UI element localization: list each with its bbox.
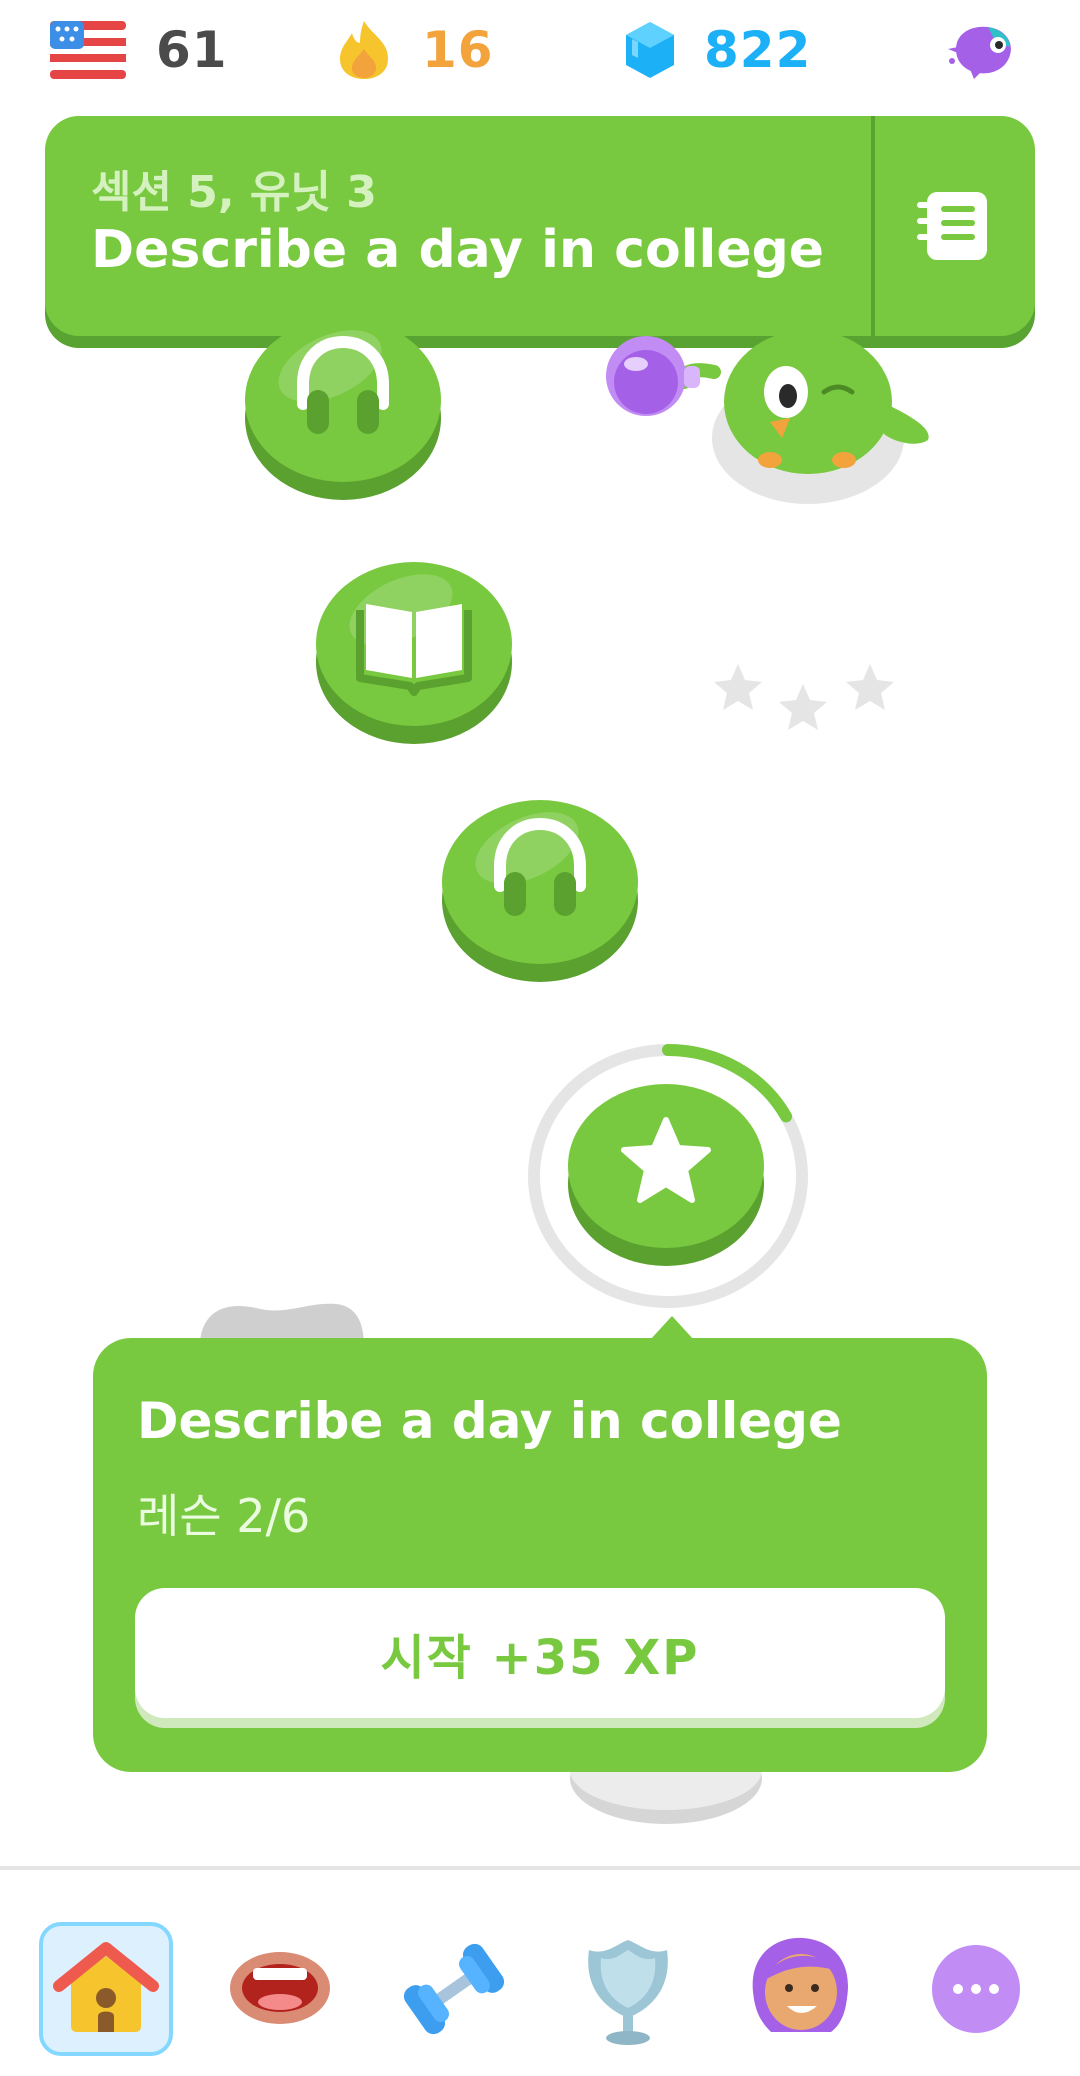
owl-mascot-illustration bbox=[606, 330, 929, 504]
flame-icon bbox=[340, 21, 388, 79]
gem-icon bbox=[626, 22, 674, 78]
bottom-nav-divider bbox=[0, 1866, 1080, 1870]
gem-count: 822 bbox=[704, 21, 812, 79]
us-flag-icon bbox=[50, 21, 126, 79]
unit-section-label: 섹션 5, 유닛 3 bbox=[91, 167, 377, 218]
star-icon bbox=[621, 1117, 711, 1203]
home-icon bbox=[53, 1942, 159, 2032]
popup-lesson-title: Describe a day in college bbox=[137, 1392, 842, 1450]
guidebook-icon bbox=[917, 192, 987, 260]
start-lesson-button[interactable]: 시작 +35 XP bbox=[135, 1588, 945, 1718]
gems-stat[interactable]: 822 bbox=[624, 14, 811, 86]
stars-decoration bbox=[714, 664, 894, 730]
language-level: 61 bbox=[156, 21, 228, 79]
book-icon bbox=[356, 604, 472, 696]
language-stat[interactable]: 61 bbox=[50, 14, 228, 86]
nav-profile[interactable] bbox=[735, 1922, 869, 2056]
super-duo-icon bbox=[948, 26, 1011, 79]
nav-speaking[interactable] bbox=[213, 1922, 347, 2056]
nav-home[interactable] bbox=[39, 1922, 173, 2056]
nav-practice[interactable] bbox=[387, 1922, 521, 2056]
speaking-mouth-icon bbox=[230, 1952, 330, 2024]
path-node-headphones-2[interactable] bbox=[442, 797, 638, 964]
unit-title: Describe a day in college bbox=[91, 220, 825, 280]
nav-leaderboard[interactable] bbox=[561, 1922, 695, 2056]
path-node-current-lesson[interactable] bbox=[568, 1084, 764, 1248]
streak-stat[interactable]: 16 bbox=[336, 14, 494, 86]
super-button[interactable] bbox=[948, 14, 1018, 86]
streak-count: 16 bbox=[422, 21, 494, 79]
headphones-icon bbox=[297, 335, 389, 434]
headphones-icon bbox=[494, 817, 586, 916]
leaderboard-shield-icon bbox=[588, 1940, 668, 2045]
profile-avatar-icon bbox=[752, 1937, 848, 2032]
lesson-popup: Describe a day in college 레슨 2/6 시작 +35 … bbox=[93, 1338, 987, 1772]
guidebook-button[interactable] bbox=[875, 116, 1035, 336]
more-icon bbox=[932, 1945, 1020, 2033]
path-node-headphones-1[interactable] bbox=[245, 315, 441, 482]
nav-more[interactable] bbox=[909, 1922, 1043, 2056]
popup-pointer bbox=[650, 1316, 694, 1340]
unit-header-card[interactable]: 섹션 5, 유닛 3 Describe a day in college bbox=[45, 116, 1035, 336]
path-node-story[interactable] bbox=[316, 559, 512, 726]
popup-lesson-progress: 레슨 2/6 bbox=[137, 1489, 311, 1543]
practice-dumbbell-icon bbox=[403, 1943, 505, 2035]
